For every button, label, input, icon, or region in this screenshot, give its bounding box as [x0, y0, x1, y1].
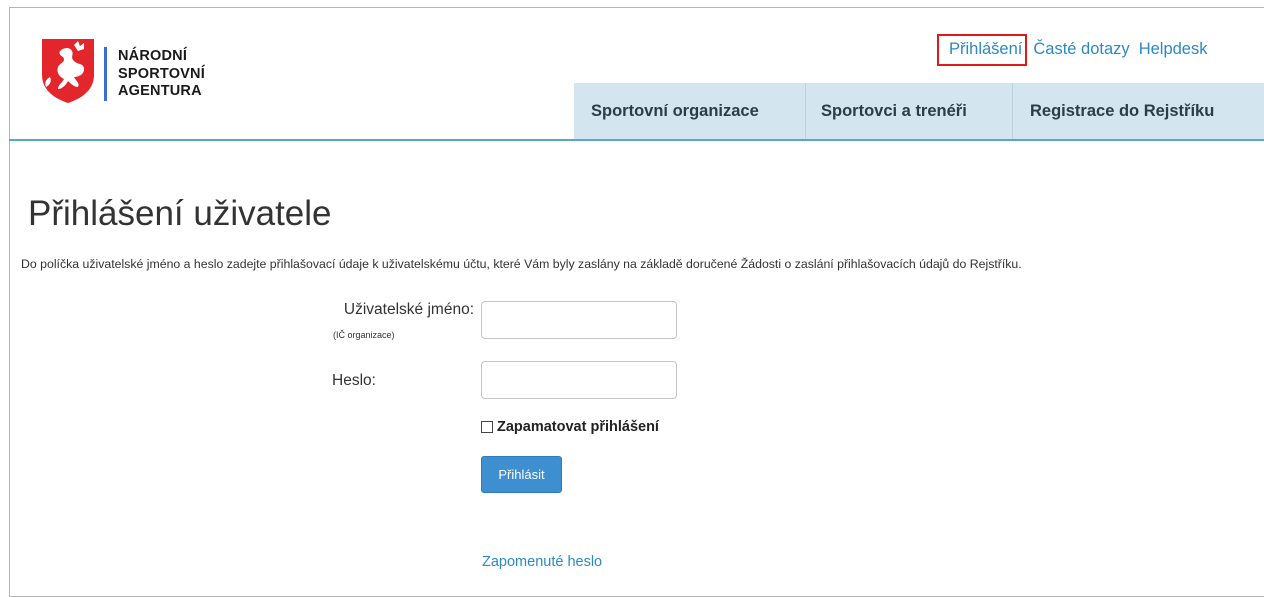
password-label: Heslo: [332, 372, 376, 389]
forgot-password-link[interactable]: Zapomenuté heslo [482, 554, 602, 570]
page-title: Přihlášení uživatele [28, 194, 332, 233]
logo-wordmark: NÁRODNÍ SPORTOVNÍ AGENTURA [118, 48, 205, 101]
faq-link[interactable]: Časté dotazy [1033, 40, 1129, 59]
logo-line-2: SPORTOVNÍ [118, 65, 205, 82]
logo-line-1: NÁRODNÍ [118, 48, 188, 64]
main-nav: Sportovní organizace Sportovci a trenéři… [574, 83, 1264, 139]
login-link[interactable]: Přihlášení [937, 33, 1028, 66]
remember-me-checkbox[interactable] [481, 421, 493, 433]
remember-me-row[interactable]: Zapamatovat přihlášení [481, 419, 659, 435]
username-sublabel: (IČ organizace) [333, 330, 395, 340]
nav-item-sportovni-organizace[interactable]: Sportovní organizace [574, 83, 806, 139]
helpdesk-link[interactable]: Helpdesk [1139, 40, 1208, 59]
username-label: Uživatelské jméno: [343, 301, 474, 318]
top-links: Přihlášení Časté dotazy Helpdesk [937, 33, 1208, 66]
intro-text: Do políčka uživatelské jméno a heslo zad… [21, 257, 1022, 271]
login-button[interactable]: Přihlásit [481, 456, 562, 493]
password-input[interactable] [481, 361, 677, 399]
remember-me-label[interactable]: Zapamatovat přihlášení [497, 419, 659, 435]
nav-item-sportovci-a-treneri[interactable]: Sportovci a trenéři [806, 83, 1013, 139]
nav-item-registrace-do-rejstriku[interactable]: Registrace do Rejstříku [1013, 83, 1263, 139]
nsa-logo[interactable]: NÁRODNÍ SPORTOVNÍ AGENTURA [40, 37, 240, 107]
nav-divider [9, 139, 1264, 141]
username-input[interactable] [481, 301, 677, 339]
logo-divider [104, 47, 107, 101]
czech-lion-shield-icon [42, 39, 94, 103]
logo-line-3: AGENTURA [118, 83, 202, 99]
